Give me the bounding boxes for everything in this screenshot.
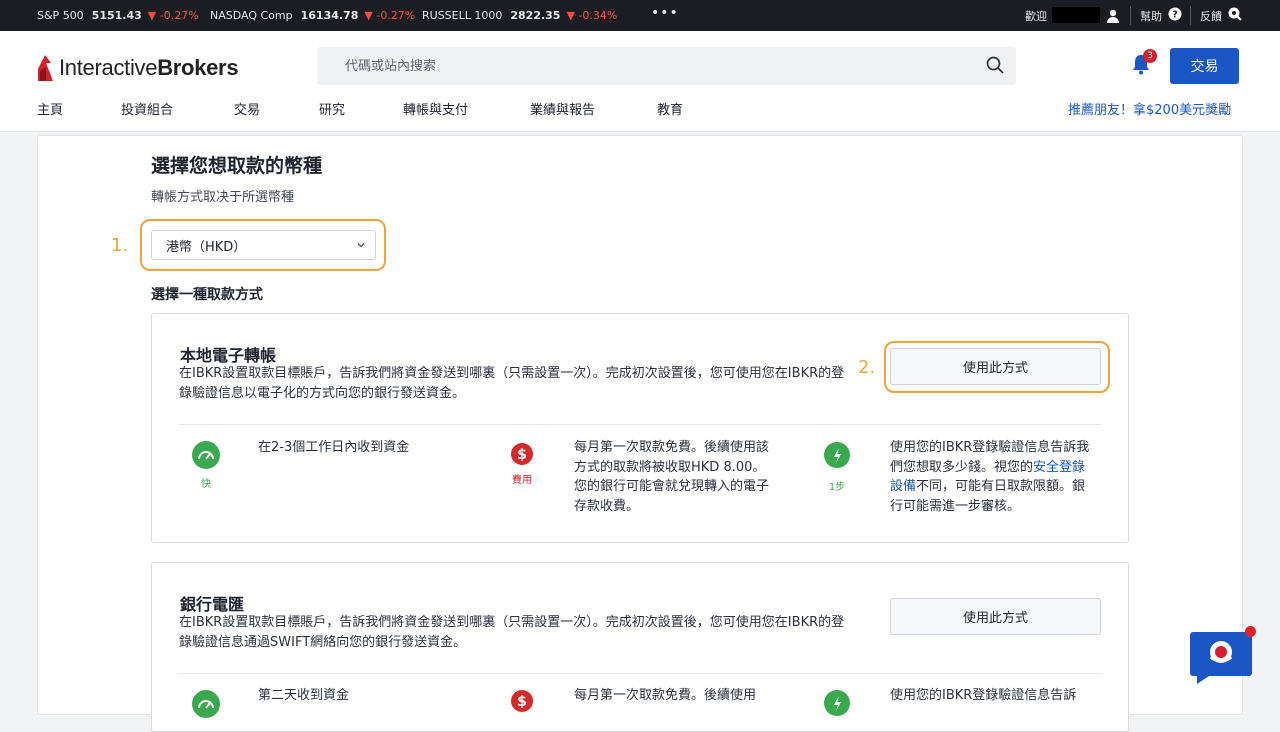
feedback-icon	[1228, 7, 1242, 24]
help-link[interactable]: 幫助 ?	[1140, 0, 1182, 31]
steps-text: 使用您的IBKR登錄驗證信息告訴我們您想取多少錢。視您的安全登錄設備不同，可能有…	[890, 440, 1090, 514]
steps-text: 使用您的IBKR登錄驗證信息告訴	[890, 688, 1077, 703]
search-input[interactable]	[317, 47, 1016, 85]
divider	[179, 673, 1101, 674]
nav-education[interactable]: 教育	[657, 99, 683, 118]
feedback-link[interactable]: 反饋	[1200, 0, 1242, 31]
nav-performance-reports[interactable]: 業績與報告	[530, 99, 595, 118]
notification-badge: 3	[1143, 49, 1157, 63]
chat-notification-dot	[1245, 626, 1256, 637]
dollar-icon: $	[511, 690, 533, 712]
currency-selected-value: 港幣（HKD）	[166, 239, 247, 255]
logo-text: InteractiveBrokers	[59, 55, 239, 80]
step-one-icon	[824, 690, 850, 716]
search-box	[317, 47, 1016, 85]
feedback-label: 反饋	[1200, 9, 1222, 23]
ticker-change: ▼ -0.34%	[566, 9, 618, 22]
ticker-value: 16134.78	[300, 9, 359, 22]
svg-text:$: $	[517, 694, 527, 710]
fee-text: 每月第一次取款免費。後續使用該方式的取款將被收取HKD 8.00。 您的銀行可能…	[574, 440, 770, 514]
page-title: 選擇您想取款的幣種	[151, 155, 323, 177]
divider	[179, 424, 1101, 425]
chat-icon	[1190, 632, 1252, 684]
ticker-name: NASDAQ Comp	[210, 9, 293, 22]
ticker-value: 5151.43	[91, 9, 142, 22]
help-label: 幫助	[1140, 9, 1162, 23]
question-icon: ?	[1168, 7, 1182, 24]
fee-text: 每月第一次取款免費。後續使用	[574, 688, 757, 703]
redacted-username	[1052, 7, 1100, 23]
currency-select[interactable]: 港幣（HKD）	[151, 230, 376, 260]
ticker-value: 2822.35	[510, 9, 561, 22]
chat-widget-button[interactable]	[1189, 630, 1253, 684]
ticker-russell[interactable]: RUSSELL 1000 2822.35 ▼ -0.34%	[422, 0, 617, 31]
step-marker-1: 1.	[111, 235, 129, 256]
dollar-icon: $	[511, 443, 533, 465]
referral-promo-link[interactable]: 推薦朋友！拿$200美元獎勵	[1068, 99, 1231, 118]
page-subtitle: 轉帳方式取决于所選幣種	[151, 190, 295, 205]
market-ticker-bar: S&P 500 5151.43 ▼ -0.27% NASDAQ Comp 161…	[0, 0, 1280, 31]
step-one-icon	[824, 442, 850, 468]
svg-text:?: ?	[1172, 10, 1178, 21]
method-description: 在IBKR設置取款目標賬戶，告訴我們將資金發送到哪裏（只需設置一次）。完成初次設…	[179, 366, 845, 401]
ticker-name: S&P 500	[37, 9, 84, 22]
speed-text: 第二天收到資金	[258, 688, 350, 703]
method-heading: 選擇一種取款方式	[151, 287, 263, 303]
nav-portfolio[interactable]: 投資組合	[121, 99, 173, 118]
speedometer-icon	[192, 690, 220, 718]
search-icon[interactable]	[986, 56, 1004, 78]
steps-caption: 1步	[828, 482, 846, 493]
welcome-label: 歡迎	[1025, 9, 1047, 23]
use-method-button[interactable]: 使用此方式	[890, 598, 1101, 635]
user-icon[interactable]	[1106, 0, 1120, 31]
ticker-change: ▼ -0.27%	[147, 9, 199, 22]
ticker-sp500[interactable]: S&P 500 5151.43 ▼ -0.27%	[37, 0, 199, 31]
nav-home[interactable]: 主頁	[37, 99, 63, 118]
chevron-down-icon	[355, 239, 367, 255]
svg-text:$: $	[517, 447, 527, 463]
divider	[1130, 6, 1131, 25]
more-tickers-button[interactable]: •••	[651, 5, 679, 21]
method-title: 本地電子轉帳	[180, 346, 277, 365]
use-method-button[interactable]: 使用此方式	[890, 348, 1101, 385]
method-title: 銀行電匯	[180, 595, 245, 614]
nav-trade[interactable]: 交易	[234, 99, 260, 118]
nav-research[interactable]: 研究	[319, 99, 345, 118]
ticker-nasdaq[interactable]: NASDAQ Comp 16134.78 ▼ -0.27%	[210, 0, 415, 31]
ticker-name: RUSSELL 1000	[422, 9, 503, 22]
speed-caption: 快	[201, 479, 211, 490]
site-header: InteractiveBrokers 3 交易 主頁 投資組合 交易 研究 轉帳…	[0, 31, 1280, 132]
ticker-change: ▼ -0.27%	[364, 9, 416, 22]
trade-button[interactable]: 交易	[1170, 48, 1239, 84]
step-marker-2: 2.	[858, 357, 876, 378]
flame-icon	[38, 55, 53, 81]
divider	[1190, 6, 1191, 25]
speedometer-icon	[192, 441, 220, 469]
ib-logo[interactable]: InteractiveBrokers	[37, 53, 239, 83]
speed-text: 在2-3個工作日內收到資金	[258, 440, 410, 455]
fee-caption: 費用	[512, 475, 532, 486]
nav-transfer-pay[interactable]: 轉帳與支付	[403, 99, 468, 118]
method-description: 在IBKR設置取款目標賬戶，告訴我們將資金發送到哪裏（只需設置一次）。完成初次設…	[179, 615, 845, 650]
